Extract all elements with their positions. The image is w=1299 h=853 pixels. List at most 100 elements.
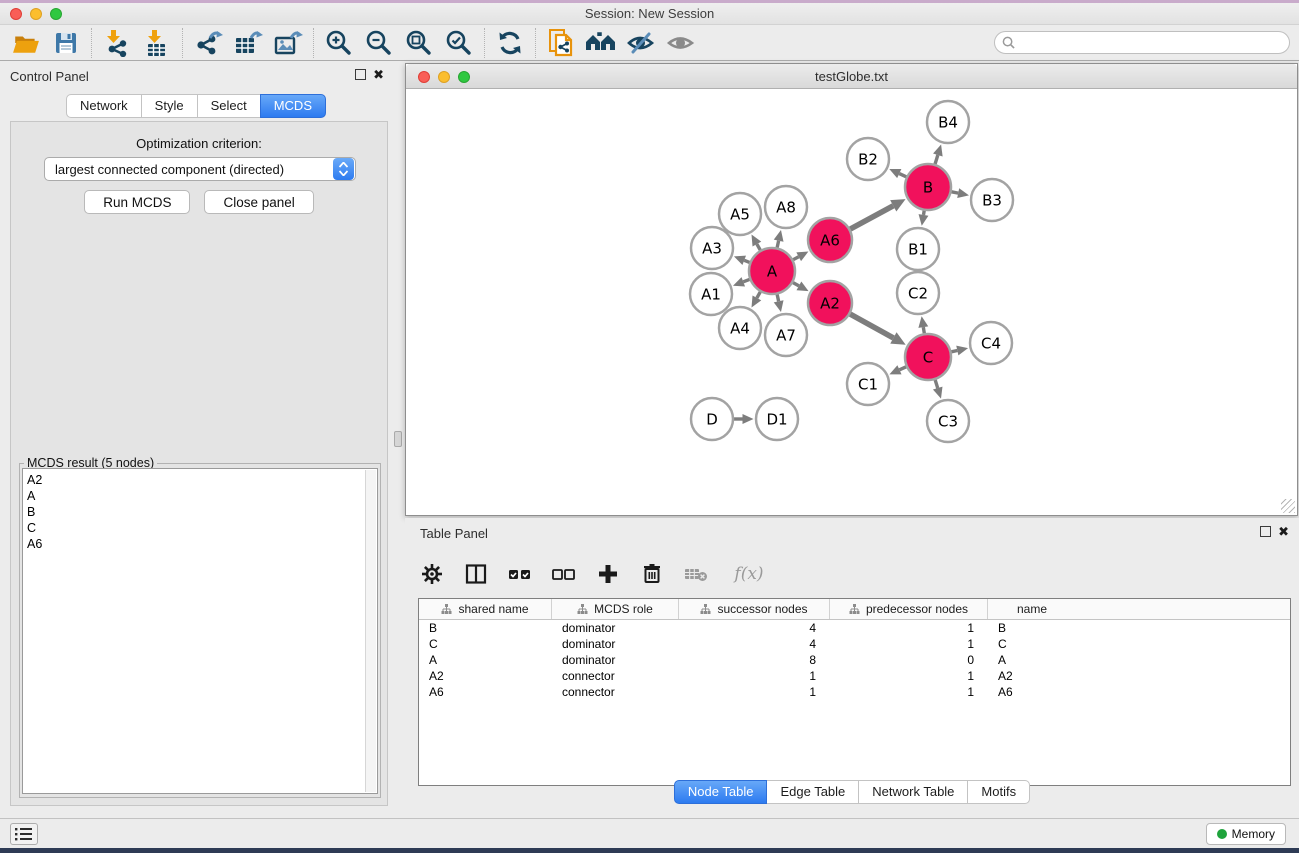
node-C[interactable]: C bbox=[905, 334, 951, 380]
export-table-icon[interactable] bbox=[228, 27, 268, 59]
edge-A-A2[interactable] bbox=[793, 283, 799, 286]
search-input[interactable] bbox=[1015, 34, 1289, 52]
optimization-criterion-select[interactable]: largest connected component (directed) bbox=[44, 157, 356, 181]
edge-A-A6[interactable] bbox=[793, 257, 799, 260]
float-table-panel-icon[interactable] bbox=[1260, 526, 1271, 537]
zoom-fit-icon[interactable] bbox=[399, 27, 439, 59]
list-scrollbar[interactable] bbox=[365, 470, 376, 792]
tab-mcds[interactable]: MCDS bbox=[260, 94, 326, 118]
column-header-predecessor-nodes[interactable]: predecessor nodes bbox=[830, 599, 988, 619]
zoom-selected-icon[interactable] bbox=[439, 27, 479, 59]
edge-A-A1[interactable] bbox=[743, 279, 749, 281]
network-canvas[interactable]: B4 B2 B B3 A8A5 A6 B1 A3 A A1 C2 A2 A4A7 C4 C C1 C3 D D1 bbox=[406, 90, 1297, 515]
column-header-name[interactable]: name bbox=[988, 599, 1076, 619]
node-C3[interactable]: C3 bbox=[927, 400, 969, 442]
column-header-MCDS-role[interactable]: MCDS role bbox=[552, 599, 679, 619]
column-layout-icon[interactable] bbox=[462, 560, 490, 588]
column-header-shared-name[interactable]: shared name bbox=[419, 599, 552, 619]
refresh-layout-icon[interactable] bbox=[490, 27, 530, 59]
run-mcds-button[interactable]: Run MCDS bbox=[84, 190, 190, 214]
network-graph[interactable]: B4 B2 B B3 A8A5 A6 B1 A3 A A1 C2 A2 A4A7 C4 C C1 C3 D D1 bbox=[406, 90, 1295, 515]
node-A2[interactable]: A2 bbox=[808, 281, 852, 325]
close-table-panel-icon[interactable]: ✖ bbox=[1278, 526, 1289, 537]
memory-button[interactable]: Memory bbox=[1206, 823, 1286, 845]
tab-select[interactable]: Select bbox=[197, 94, 261, 118]
apply-function-icon[interactable]: f(x) bbox=[726, 560, 772, 588]
column-header-successor-nodes[interactable]: successor nodes bbox=[679, 599, 830, 619]
table-row[interactable]: Cdominator41C bbox=[419, 636, 1290, 652]
delete-table-icon[interactable] bbox=[682, 560, 710, 588]
splitter-handle[interactable] bbox=[394, 431, 402, 447]
edge-C-C1[interactable] bbox=[899, 367, 906, 370]
zoom-in-icon[interactable] bbox=[319, 27, 359, 59]
delete-column-icon[interactable] bbox=[638, 560, 666, 588]
node-C2[interactable]: C2 bbox=[897, 272, 939, 314]
node-A7[interactable]: A7 bbox=[765, 314, 807, 356]
add-column-icon[interactable] bbox=[594, 560, 622, 588]
table-row[interactable]: Bdominator41B bbox=[419, 620, 1290, 636]
tab-network-table[interactable]: Network Table bbox=[858, 780, 968, 804]
import-table-icon[interactable] bbox=[137, 27, 177, 59]
export-network-icon[interactable] bbox=[188, 27, 228, 59]
node-B2[interactable]: B2 bbox=[847, 138, 889, 180]
table-row[interactable]: A2connector11A2 bbox=[419, 668, 1290, 684]
node-D1[interactable]: D1 bbox=[756, 398, 798, 440]
edge-A-A3[interactable] bbox=[744, 260, 749, 262]
settings-gear-icon[interactable] bbox=[418, 560, 446, 588]
panel-splitter[interactable] bbox=[392, 61, 405, 818]
node-A4[interactable]: A4 bbox=[719, 307, 761, 349]
select-all-rows-icon[interactable] bbox=[506, 560, 534, 588]
table-cell: dominator bbox=[552, 652, 679, 668]
save-session-icon[interactable] bbox=[46, 27, 86, 59]
node-B1[interactable]: B1 bbox=[897, 228, 939, 270]
edge-B-B1[interactable] bbox=[923, 211, 924, 215]
edge-A2-C[interactable] bbox=[850, 314, 893, 338]
edge-A6-B[interactable] bbox=[850, 206, 893, 229]
node-A3[interactable]: A3 bbox=[691, 227, 733, 269]
edge-B-B2[interactable] bbox=[899, 174, 906, 177]
edge-A-A7[interactable] bbox=[777, 294, 778, 301]
table-row[interactable]: Adominator80A bbox=[419, 652, 1290, 668]
import-network-icon[interactable] bbox=[97, 27, 137, 59]
edge-A-A8[interactable] bbox=[777, 241, 778, 248]
deselect-all-rows-icon[interactable] bbox=[550, 560, 578, 588]
tab-node-table[interactable]: Node Table bbox=[674, 780, 768, 804]
node-C1[interactable]: C1 bbox=[847, 363, 889, 405]
resize-grip[interactable] bbox=[1281, 499, 1295, 513]
tab-network[interactable]: Network bbox=[66, 94, 142, 118]
hide-graphics-details-icon[interactable] bbox=[621, 27, 661, 59]
node-A1[interactable]: A1 bbox=[690, 273, 732, 315]
tab-edge-table[interactable]: Edge Table bbox=[766, 780, 859, 804]
network-from-file-icon[interactable] bbox=[541, 27, 581, 59]
edge-A-A5[interactable] bbox=[757, 244, 760, 250]
node-A8[interactable]: A8 bbox=[765, 186, 807, 228]
open-file-icon[interactable] bbox=[6, 27, 46, 59]
edge-B-B3[interactable] bbox=[952, 192, 959, 193]
tab-style[interactable]: Style bbox=[141, 94, 198, 118]
zoom-out-icon[interactable] bbox=[359, 27, 399, 59]
edge-B-B4[interactable] bbox=[935, 155, 938, 164]
task-list-icon[interactable] bbox=[10, 823, 38, 845]
table-row[interactable]: A6connector11A6 bbox=[419, 684, 1290, 700]
close-panel-icon[interactable]: ✖ bbox=[373, 69, 384, 80]
edge-C-C2[interactable] bbox=[923, 327, 924, 333]
node-A[interactable]: A bbox=[749, 248, 795, 294]
edge-A-A4[interactable] bbox=[757, 292, 760, 298]
close-panel-button[interactable]: Close panel bbox=[204, 190, 313, 214]
network-window-titlebar[interactable]: testGlobe.txt bbox=[406, 64, 1297, 89]
home-view-icon[interactable] bbox=[581, 27, 621, 59]
tab-motifs[interactable]: Motifs bbox=[967, 780, 1030, 804]
node-B[interactable]: B bbox=[905, 164, 951, 210]
node-C4[interactable]: C4 bbox=[970, 322, 1012, 364]
show-graphics-details-icon[interactable] bbox=[661, 27, 701, 59]
node-A5[interactable]: A5 bbox=[719, 193, 761, 235]
float-panel-icon[interactable] bbox=[355, 69, 366, 80]
node-B4[interactable]: B4 bbox=[927, 101, 969, 143]
edge-C-C3[interactable] bbox=[935, 380, 938, 388]
export-image-icon[interactable] bbox=[268, 27, 308, 59]
mcds-result-list[interactable]: A2ABCA6 bbox=[22, 468, 378, 794]
node-B3[interactable]: B3 bbox=[971, 179, 1013, 221]
node-A6[interactable]: A6 bbox=[808, 218, 852, 262]
node-D[interactable]: D bbox=[691, 398, 733, 440]
edge-C-C4[interactable] bbox=[951, 350, 957, 351]
